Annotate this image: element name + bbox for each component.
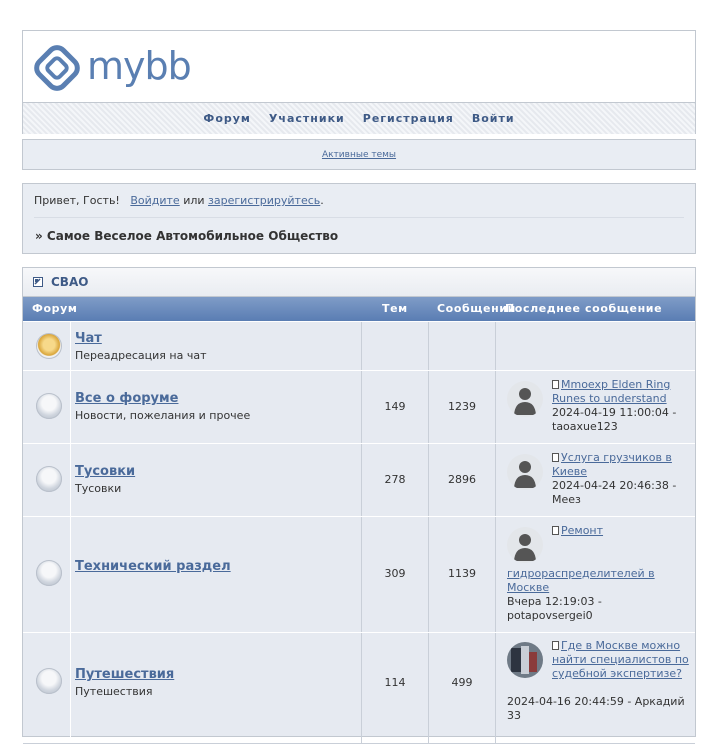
- logo-text: mybb: [87, 44, 192, 88]
- thread-count: 278: [384, 473, 406, 486]
- nav-login-link[interactable]: Войти: [472, 112, 515, 125]
- divider: [34, 217, 684, 218]
- nav-register-link[interactable]: Регистрация: [363, 112, 454, 125]
- active-topics-bar: Активные темы: [22, 139, 696, 170]
- post-count: 1239: [448, 400, 476, 413]
- collapse-icon[interactable]: [33, 277, 43, 287]
- welcome-line: Привет, Гость! Войдите или зарегистрируй…: [34, 194, 324, 207]
- forum-status-icon: [36, 393, 62, 419]
- last-post-link[interactable]: Где в Москве можно найти специалистов по…: [552, 639, 689, 680]
- category-header: СВАО: [23, 268, 695, 297]
- post-icon: [552, 380, 559, 389]
- forum-status-icon: [36, 466, 62, 492]
- last-post-meta: 2024-04-16 20:44:59 - Аркадий 33: [507, 695, 685, 722]
- thread-count: 149: [384, 400, 406, 413]
- post-icon: [552, 453, 559, 462]
- forum-row: Технический раздел 309 1139 Ремонт гидро…: [23, 516, 695, 633]
- forum-redirect-icon: [36, 333, 62, 359]
- main-navigation: Форум Участники Регистрация Войти: [23, 102, 695, 134]
- forum-status-icon: [36, 668, 62, 694]
- forum-row: Путешествия Путешествия 114 499 Где в Мо…: [23, 632, 695, 744]
- last-post-link[interactable]: Услуга грузчиков в Киеве: [552, 451, 672, 478]
- last-post-author: taoaxue123: [552, 420, 618, 433]
- login-link[interactable]: Войдите: [130, 194, 179, 207]
- user-photo-avatar: [507, 642, 543, 678]
- last-post-date: Вчера 12:19:03: [507, 595, 595, 608]
- last-post-link-continued[interactable]: гидрораспределителей в Москве: [507, 567, 655, 594]
- forum-link[interactable]: Тусовки: [75, 464, 135, 479]
- thread-count: 114: [384, 676, 406, 689]
- avatar[interactable]: [507, 642, 543, 678]
- last-post-author: Меез: [552, 493, 581, 506]
- avatar[interactable]: [507, 381, 543, 417]
- forum-description: Новости, пожелания и прочее: [75, 409, 251, 422]
- post-icon: [552, 526, 559, 535]
- forum-row: Все о форуме Новости, пожелания и прочее…: [23, 370, 695, 444]
- forum-description: Путешествия: [75, 685, 153, 698]
- active-topics-link[interactable]: Активные темы: [322, 150, 396, 160]
- post-count: 499: [451, 676, 473, 689]
- header: mybb Форум Участники Регистрация Войти: [22, 30, 696, 134]
- column-last-post: Последнее сообщение: [505, 302, 663, 315]
- post-count: 2896: [448, 473, 476, 486]
- forum-description: Тусовки: [75, 482, 122, 495]
- register-link[interactable]: зарегистрируйтесь: [208, 194, 320, 207]
- greeting-text: Привет, Гость!: [34, 194, 120, 207]
- forum-link[interactable]: Все о форуме: [75, 391, 178, 406]
- breadcrumb: » Самое Веселое Автомобильное Общество: [35, 229, 339, 243]
- period-text: .: [320, 194, 324, 207]
- last-post-link[interactable]: Mmoexp Elden Ring Runes to understand: [552, 378, 670, 405]
- last-post-info: гидрораспределителей в Москве Вчера 12:1…: [507, 567, 655, 622]
- nav-forum-link[interactable]: Форум: [203, 112, 251, 125]
- column-forum: Форум: [32, 302, 78, 315]
- forum-status-icon: [36, 560, 62, 586]
- table-header: Форум Тем Сообщений Последнее сообщение: [23, 297, 695, 321]
- default-avatar-icon: [514, 388, 536, 415]
- last-post-date: 2024-04-16 20:44:59: [507, 695, 624, 708]
- last-post-date: 2024-04-24 20:46:38: [552, 479, 669, 492]
- forum-link[interactable]: Технический раздел: [75, 559, 231, 574]
- last-post-date: 2024-04-19 11:00:04: [552, 406, 669, 419]
- forum-row: Тусовки Тусовки 278 2896 Услуга грузчико…: [23, 443, 695, 517]
- last-post-author: potapovsergei0: [507, 609, 593, 622]
- last-post-info: Где в Москве можно найти специалистов по…: [552, 639, 690, 681]
- last-post-title-row: Ремонт: [552, 524, 690, 538]
- welcome-panel: Привет, Гость! Войдите или зарегистрируй…: [22, 183, 696, 254]
- mybb-logo[interactable]: mybb: [31, 41, 192, 95]
- default-avatar-icon: [514, 534, 536, 561]
- avatar[interactable]: [507, 527, 543, 563]
- default-avatar-icon: [514, 461, 536, 488]
- forum-link[interactable]: Путешествия: [75, 667, 174, 682]
- column-threads: Тем: [382, 302, 408, 315]
- post-count: 1139: [448, 567, 476, 580]
- last-post-info: Mmoexp Elden Ring Runes to understand 20…: [552, 378, 677, 433]
- forum-description: Переадресация на чат: [75, 349, 207, 362]
- nav-members-link[interactable]: Участники: [269, 112, 345, 125]
- last-post-info: Услуга грузчиков в Киеве 2024-04-24 20:4…: [552, 451, 677, 506]
- mybb-logo-icon: [34, 45, 80, 91]
- category-block: СВАО Форум Тем Сообщений Последнее сообщ…: [22, 267, 696, 744]
- avatar[interactable]: [507, 454, 543, 490]
- category-title[interactable]: СВАО: [51, 275, 88, 289]
- thread-count: 309: [384, 567, 406, 580]
- post-icon: [552, 641, 559, 650]
- forum-row: Чат Переадресация на чат: [23, 321, 695, 371]
- forum-link[interactable]: Чат: [75, 331, 102, 346]
- or-text: или: [183, 194, 205, 207]
- last-post-link[interactable]: Ремонт: [561, 524, 603, 537]
